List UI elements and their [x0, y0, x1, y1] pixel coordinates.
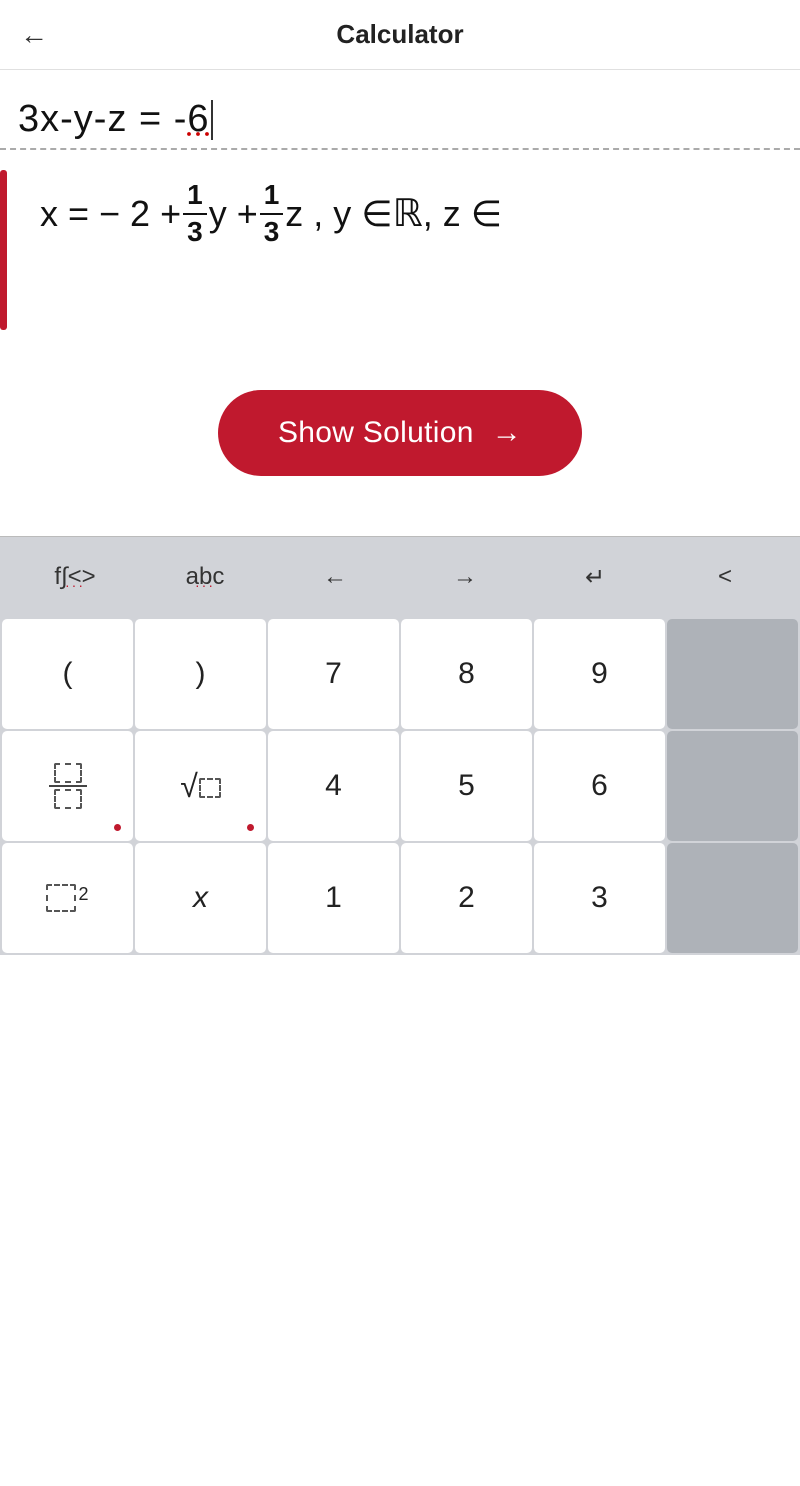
real-R-symbol: ℝ — [393, 191, 423, 236]
arrow-icon: → — [492, 416, 522, 450]
kb-less-than-icon: < — [718, 563, 732, 590]
kb-3[interactable]: 3 — [534, 843, 665, 953]
result-y-part: y + — [209, 193, 258, 235]
kb-less-than-btn[interactable]: < — [660, 553, 790, 601]
kb-functions-btn[interactable]: f∫<> ··· — [10, 553, 140, 601]
kb-8[interactable]: 8 — [401, 619, 532, 729]
kb-right-arrow-btn[interactable]: → — [400, 553, 530, 601]
kb-left-arrow-btn[interactable]: ← — [270, 553, 400, 601]
keyboard: f∫<> ··· abc ··· ← → ↵ < ( ) — [0, 536, 800, 955]
kb-row-1: ( ) 7 8 9 — [2, 619, 798, 729]
result-x: x = − 2 + — [40, 193, 181, 235]
kb-square[interactable]: 2 — [2, 843, 133, 953]
input-area: 3x-y-z = -6 — [0, 70, 800, 150]
kb-5[interactable]: 5 — [401, 731, 532, 841]
result-area: x = − 2 + 1 3 y + 1 3 z , y ∈ ℝ , z ∈ — [0, 150, 800, 350]
kb-gray-2[interactable] — [667, 731, 798, 841]
kb-2[interactable]: 2 — [401, 843, 532, 953]
keyboard-main-rows: ( ) 7 8 9 — [0, 617, 800, 955]
sqrt-icon: √ — [180, 768, 221, 805]
kb-abc-btn[interactable]: abc ··· — [140, 553, 270, 601]
kb-9[interactable]: 9 — [534, 619, 665, 729]
kb-open-paren[interactable]: ( — [2, 619, 133, 729]
kb-row-3: 2 x 1 2 3 — [2, 843, 798, 953]
kb-6[interactable]: 6 — [534, 731, 665, 841]
button-area: Show Solution → — [0, 350, 800, 536]
red-dot — [114, 824, 121, 831]
result-z-part: z , y ∈ — [285, 193, 392, 235]
kb-left-arrow-icon: ← — [323, 563, 347, 590]
kb-sqrt[interactable]: √ — [135, 731, 266, 841]
kb-gray-1[interactable] — [667, 619, 798, 729]
kb-gray-3[interactable] — [667, 843, 798, 953]
result-z-condition: , z ∈ — [423, 193, 502, 235]
kb-enter-icon: ↵ — [585, 564, 605, 591]
text-cursor — [211, 100, 213, 140]
kb-abc-dots: ··· — [195, 577, 215, 593]
equation-display: 3x-y-z = -6 — [18, 98, 213, 141]
kb-functions-dots: ··· — [65, 577, 85, 593]
square-icon: 2 — [46, 884, 88, 912]
kb-right-arrow-icon: → — [453, 563, 477, 590]
red-accent-bar — [0, 170, 7, 330]
back-button[interactable]: ← — [20, 19, 48, 51]
frac-2: 1 3 — [260, 180, 284, 248]
result-equation: x = − 2 + 1 3 y + 1 3 z , y ∈ ℝ , z ∈ — [40, 180, 502, 248]
kb-4[interactable]: 4 — [268, 731, 399, 841]
frac-1: 1 3 — [183, 180, 207, 248]
x-variable-icon: x — [193, 881, 208, 915]
show-solution-label: Show Solution — [278, 416, 474, 450]
kb-x-var[interactable]: x — [135, 843, 266, 953]
kb-enter-btn[interactable]: ↵ — [530, 553, 660, 602]
kb-fraction[interactable] — [2, 731, 133, 841]
show-solution-button[interactable]: Show Solution → — [218, 390, 582, 476]
fraction-icon — [49, 763, 87, 809]
keyboard-top-row: f∫<> ··· abc ··· ← → ↵ < — [0, 537, 800, 617]
header: ← Calculator — [0, 0, 800, 70]
page-title: Calculator — [336, 19, 463, 50]
kb-close-paren[interactable]: ) — [135, 619, 266, 729]
kb-7[interactable]: 7 — [268, 619, 399, 729]
red-dot-2 — [247, 824, 254, 831]
kb-1[interactable]: 1 — [268, 843, 399, 953]
underlined-value: 6 — [187, 98, 209, 140]
kb-row-2: √ 4 5 6 — [2, 731, 798, 841]
